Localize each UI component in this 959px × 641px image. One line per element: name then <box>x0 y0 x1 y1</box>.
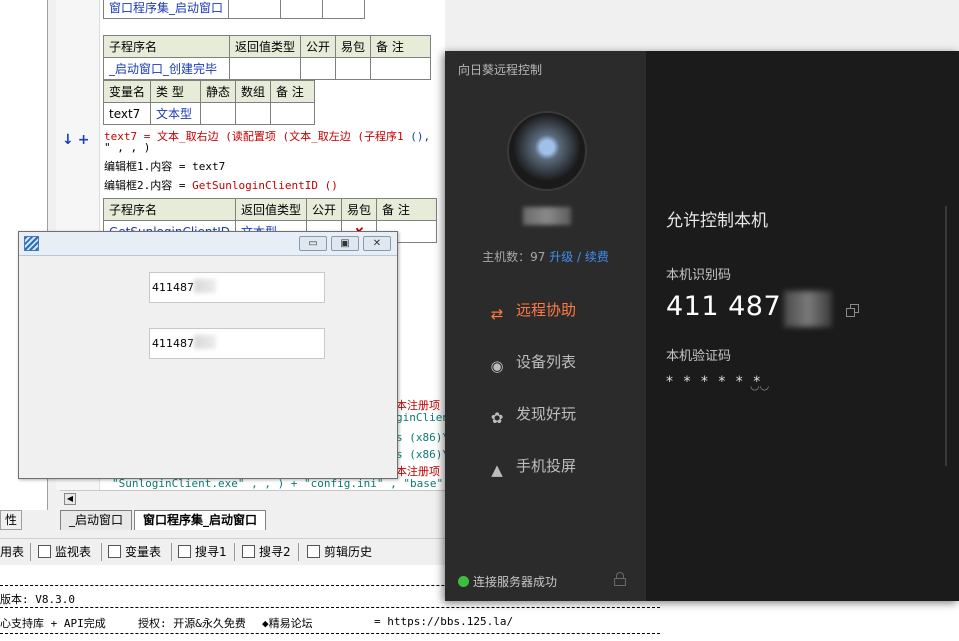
bottom-toolbar: 用表 监视表 变量表 搜寻1 搜寻2 剪辑历史 <box>0 538 445 564</box>
nav-screen-cast[interactable]: ▲ 手机投屏 <box>487 454 576 479</box>
device-id-label: 本机识别码 <box>666 268 732 283</box>
edit-box-2[interactable]: 411487 <box>149 328 325 359</box>
code-fragment-c: s (x86)\ <box>396 431 445 444</box>
device-id-value: 411 487 <box>666 291 782 322</box>
maximize-button[interactable]: ▣ <box>331 236 359 251</box>
close-button[interactable]: ✕ <box>363 236 391 251</box>
sunlogin-window: 向日葵远程控制 主机数：97 升级 / 续费 ⇄ 远程协助 ◉ 设备列表 ✿ 发现好玩… <box>445 51 959 601</box>
app-dialog: ▭ ▣ ✕ 411487 411487 <box>18 231 398 479</box>
sunlogin-sidebar: 向日葵远程控制 主机数：97 升级 / 续费 ⇄ 远程协助 ◉ 设备列表 ✿ 发现好玩… <box>445 51 646 601</box>
host-count: 主机数：97 升级 / 续费 <box>482 250 609 264</box>
col-easy-pack-2: 易包 <box>340 198 378 221</box>
nav-discover[interactable]: ✿ 发现好玩 <box>487 402 576 427</box>
renew-link[interactable]: 续费 <box>585 250 609 264</box>
clipboard-icon <box>307 545 320 558</box>
eye-closed-icon[interactable]: ◡◡ <box>750 379 769 392</box>
panel-scrollbar[interactable] <box>945 206 947 466</box>
status-license: 授权: 开源&永久免费 <box>138 617 246 630</box>
ide-left-tab[interactable]: 性 <box>0 510 22 530</box>
allow-control-title: 允许控制本机 <box>666 211 768 231</box>
col-subname-2: 子程序名 <box>103 198 236 221</box>
redacted-blur <box>194 335 216 349</box>
search-list-icon <box>178 545 191 558</box>
expand-arrows-icon[interactable]: ↓+ <box>62 132 93 148</box>
magnifier-icon <box>38 545 51 558</box>
status-forum: ◆精易论坛 <box>262 617 313 630</box>
nav-remote-assist[interactable]: ⇄ 远程协助 <box>487 298 576 323</box>
subroutine-name[interactable]: _启动窗口_创建完毕 <box>103 57 230 80</box>
screen-cast-icon: ▲ <box>491 461 503 479</box>
code-fragment-d: s (x86)\ <box>396 448 445 461</box>
tab-startup-window[interactable]: _启动窗口 <box>60 510 133 530</box>
tool-clip-history[interactable]: 剪辑历史 <box>307 543 372 561</box>
code-fragment-b: ginClien <box>396 411 445 424</box>
edit-box-1[interactable]: 411487 <box>149 272 325 303</box>
col-return-type: 返回值类型 <box>228 35 302 58</box>
satellite-dish-icon: ✿ <box>490 409 504 427</box>
avatar[interactable] <box>507 111 587 191</box>
dialog-titlebar[interactable]: ▭ ▣ ✕ <box>19 232 397 256</box>
verify-code-label: 本机验证码 <box>666 349 732 364</box>
device-id-redacted <box>784 291 832 327</box>
editor-horizontal-scrollbar[interactable]: ◀ <box>60 490 445 506</box>
online-dot-icon <box>458 576 469 587</box>
col-static: 静态 <box>200 80 237 103</box>
verify-code-value: * * * * * * <box>666 374 764 390</box>
col-remark: 备 注 <box>370 35 432 58</box>
glasses-icon <box>108 545 121 558</box>
col-subname: 子程序名 <box>103 35 230 58</box>
username-redacted <box>523 207 571 225</box>
status-version: 版本: V8.3.0 <box>0 593 75 606</box>
col-return-type-2: 返回值类型 <box>234 198 307 221</box>
col-type: 类 型 <box>150 80 202 103</box>
col-array: 数组 <box>235 80 272 103</box>
minimize-button[interactable]: ▭ <box>299 236 327 251</box>
status-forum-url[interactable]: = https://bbs.125.la/ <box>374 615 513 628</box>
location-pin-icon: ◉ <box>490 357 504 375</box>
var-name[interactable]: text7 <box>102 102 152 125</box>
code-line-1[interactable]: text7 = 文本_取右边 (读配置项 (文本_取左边 (子程序1 (), <box>104 128 430 144</box>
col-var-remark: 备 注 <box>270 80 316 103</box>
tool-variable-table[interactable]: 变量表 <box>108 543 161 561</box>
code-line-3[interactable]: 编辑框1.内容 = text7 <box>104 158 225 174</box>
redacted-blur <box>194 279 216 293</box>
tool-watch-table[interactable]: 监视表 <box>38 543 91 561</box>
swap-arrows-icon: ⇄ <box>490 305 504 323</box>
connection-status: 连接服务器成功 <box>458 573 557 590</box>
var-type[interactable]: 文本型 <box>150 102 202 125</box>
table-subroutine-1: 子程序名 返回值类型 公开 易包 备 注 _启动窗口_创建完毕 <box>103 35 432 80</box>
col-varname: 变量名 <box>102 80 152 103</box>
col-remark-2: 备 注 <box>376 198 438 221</box>
nav-device-list[interactable]: ◉ 设备列表 <box>487 350 576 375</box>
assembly-name: 窗口程序集_启动窗口 <box>102 0 230 19</box>
app-icon <box>24 236 39 251</box>
upgrade-link[interactable]: 升级 <box>549 250 573 264</box>
scroll-left-icon[interactable]: ◀ <box>64 493 76 505</box>
status-support-lib: 心支持库 + API完成 <box>0 617 106 630</box>
col-public: 公开 <box>300 35 337 58</box>
lock-icon[interactable] <box>614 572 626 586</box>
tab-window-assembly[interactable]: 窗口程序集_启动窗口 <box>134 510 267 530</box>
table-assembly: 窗口程序集_启动窗口 <box>102 0 366 19</box>
sunlogin-title: 向日葵远程控制 <box>458 63 543 77</box>
code-line-4[interactable]: 编辑框2.内容 = GetSunloginClientID () <box>104 177 338 193</box>
col-public-2: 公开 <box>305 198 343 221</box>
tool-search-2[interactable]: 搜寻2 <box>242 543 291 561</box>
tool-search-1[interactable]: 搜寻1 <box>178 543 227 561</box>
editor-tab-bar: _启动窗口 窗口程序集_启动窗口 <box>56 510 445 530</box>
copy-icon[interactable] <box>846 304 859 317</box>
search-list-icon <box>242 545 255 558</box>
tool-call-table[interactable]: 用表 <box>0 543 24 561</box>
table-variables: 变量名 类 型 静态 数组 备 注 text7 文本型 <box>102 80 316 125</box>
col-easy-pack: 易包 <box>335 35 372 58</box>
code-line-2[interactable]: " , , ) <box>104 141 150 154</box>
